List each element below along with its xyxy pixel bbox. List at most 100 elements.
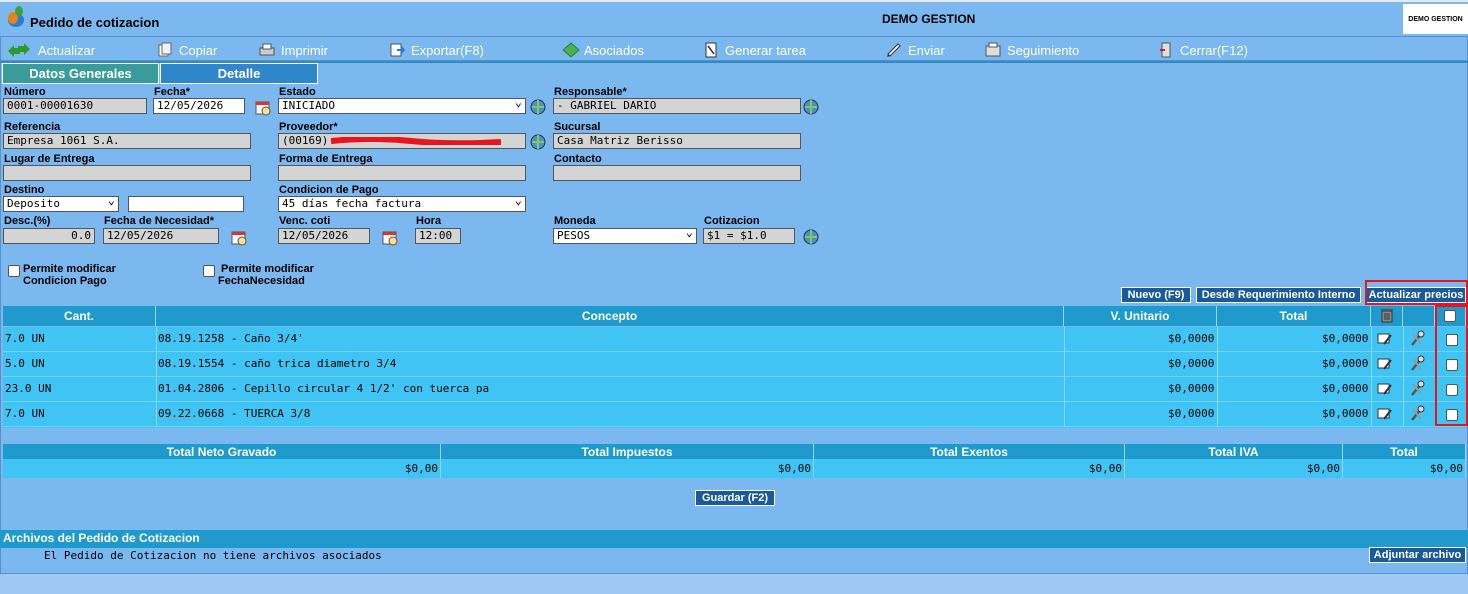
contacto-label: Contacto	[554, 153, 602, 165]
edit-icon[interactable]	[1376, 355, 1394, 373]
venc-coti-field[interactable]: 12/05/2026	[278, 228, 370, 244]
globe-icon[interactable]	[529, 133, 547, 151]
generate-task-button[interactable]: Generar tarea	[703, 41, 806, 59]
numero-label: Número	[4, 86, 46, 98]
fecha-necesidad-label: Fecha de Necesidad*	[104, 215, 215, 227]
tools-icon[interactable]	[1408, 380, 1426, 398]
refresh-button[interactable]: Actualizar	[6, 41, 95, 59]
globe-icon[interactable]	[802, 98, 820, 116]
cotizacion-field[interactable]: $1 = $1.0	[703, 228, 795, 244]
forma-entrega-field[interactable]	[278, 165, 526, 181]
row-concepto: 09.22.0668 - TUERCA 3/8	[158, 407, 311, 420]
table-bottom	[3, 427, 1466, 428]
allow-modify-payment-label: Permite modificar Condicion Pago	[23, 263, 116, 287]
tools-icon[interactable]	[1408, 330, 1426, 348]
tools-icon[interactable]	[1408, 355, 1426, 373]
allow-modify-payment-line2: Condicion Pago	[23, 275, 107, 287]
allow-modify-payment-checkbox[interactable]	[8, 265, 20, 277]
from-internal-request-button[interactable]: Desde Requerimiento Interno	[1196, 287, 1361, 303]
col-total: Total	[1217, 306, 1371, 326]
row-cant: 7.0 UN	[5, 332, 45, 345]
total-iva-header: Total IVA	[1125, 444, 1343, 459]
total-impuestos-value: $0,00	[441, 459, 814, 478]
attach-file-button[interactable]: Adjuntar archivo	[1369, 547, 1466, 563]
edit-icon[interactable]	[1376, 330, 1394, 348]
condicion-pago-select[interactable]: 45 días fecha factura	[278, 193, 526, 212]
company-name: DEMO GESTION	[882, 12, 976, 26]
contacto-field[interactable]	[553, 165, 801, 181]
col-unitario: V. Unitario	[1064, 306, 1217, 326]
destino-extra-field[interactable]	[128, 196, 244, 212]
referencia-field[interactable]: Empresa 1061 S.A.	[3, 133, 251, 149]
descuento-label: Desc.(%)	[4, 215, 51, 227]
row-unitario: $0,0000	[1168, 332, 1215, 345]
row-concepto: 01.04.2806 - Cepillo circular 4 1/2' con…	[158, 382, 490, 395]
print-button[interactable]: Imprimir	[259, 41, 328, 59]
generate-task-label: Generar tarea	[725, 42, 806, 58]
tab-general[interactable]: Datos Generales	[2, 63, 159, 84]
destino-select[interactable]: Deposito	[3, 193, 119, 212]
hora-label: Hora	[416, 215, 442, 227]
total-exentos-header: Total Exentos	[814, 444, 1125, 459]
row-unitario: $0,0000	[1168, 407, 1215, 420]
col-cant: Cant.	[3, 306, 156, 326]
print-label: Imprimir	[281, 42, 328, 58]
fecha-label: Fecha*	[154, 86, 191, 98]
send-button[interactable]: Enviar	[886, 41, 945, 59]
table-row[interactable]: 23.0 UN 01.04.2806 - Cepillo circular 4 …	[3, 377, 1466, 402]
responsable-field[interactable]: - GABRIEL DARIO	[553, 98, 801, 114]
row-total: $0,0000	[1322, 332, 1369, 345]
table-row[interactable]: 5.0 UN 08.19.1554 - caño trica diametro …	[3, 352, 1466, 377]
copy-label: Copiar	[179, 42, 218, 58]
destino-label: Destino	[4, 184, 45, 196]
printer-icon	[259, 42, 275, 58]
export-button[interactable]: Exportar(F8)	[389, 41, 484, 59]
trash-icon[interactable]	[1379, 307, 1395, 326]
responsable-label: Responsable*	[554, 86, 627, 98]
proveedor-field[interactable]: (00169)	[278, 133, 526, 149]
globe-icon[interactable]	[529, 98, 547, 116]
edit-icon[interactable]	[1376, 405, 1394, 423]
total-neto-header: Total Neto Gravado	[3, 444, 441, 459]
total-value: $0,00	[1343, 459, 1466, 478]
total-impuestos-header: Total Impuestos	[441, 444, 814, 459]
calendar-icon[interactable]	[230, 228, 248, 246]
new-item-button[interactable]: Nuevo (F9)	[1121, 287, 1191, 303]
calendar-icon[interactable]	[254, 98, 272, 116]
hora-field[interactable]: 12:00	[415, 228, 461, 244]
allow-modify-date-checkbox[interactable]	[203, 265, 215, 277]
export-label: Exportar(F8)	[411, 42, 484, 58]
table-row[interactable]: 7.0 UN 08.19.1258 - Caño 3/4' $0,0000 $0…	[3, 327, 1466, 352]
close-button[interactable]: Cerrar(F12)	[1158, 41, 1248, 59]
files-empty-message: El Pedido de Cotizacion no tiene archivo…	[44, 549, 382, 562]
globe-icon[interactable]	[802, 228, 820, 246]
sucursal-field[interactable]: Casa Matriz Berisso	[553, 133, 801, 149]
header-bar	[0, 0, 1468, 36]
moneda-select[interactable]: PESOS	[553, 225, 697, 244]
allow-modify-date-line1: Permite modificar	[221, 263, 314, 275]
fecha-field[interactable]: 12/05/2026	[153, 98, 245, 114]
toolbar: Actualizar Copiar Imprimir Exportar(F8) …	[0, 36, 1468, 61]
associated-button[interactable]: Asociados	[562, 41, 644, 59]
calendar-icon[interactable]	[381, 228, 399, 246]
tracking-button[interactable]: Seguimiento	[985, 41, 1079, 59]
descuento-field[interactable]: 0.0	[3, 228, 95, 244]
tracking-icon	[985, 42, 1001, 58]
row-total: $0,0000	[1322, 407, 1369, 420]
table-row[interactable]: 7.0 UN 09.22.0668 - TUERCA 3/8 $0,0000 $…	[3, 402, 1466, 427]
save-button[interactable]: Guardar (F2)	[695, 490, 775, 506]
copy-button[interactable]: Copiar	[157, 41, 217, 59]
numero-field: 0001-00001630	[3, 98, 147, 114]
fecha-necesidad-field[interactable]: 12/05/2026	[103, 228, 219, 244]
tab-detail[interactable]: Detalle	[160, 63, 318, 84]
proveedor-label: Proveedor*	[279, 121, 338, 133]
forma-entrega-label: Forma de Entrega	[279, 153, 373, 165]
col-delete	[1371, 306, 1403, 326]
estado-select[interactable]: INICIADO	[278, 95, 526, 114]
tools-icon[interactable]	[1408, 405, 1426, 423]
tracking-label: Seguimiento	[1007, 42, 1080, 58]
edit-icon[interactable]	[1376, 380, 1394, 398]
lugar-entrega-field[interactable]	[3, 165, 251, 181]
col-actions	[1403, 306, 1435, 326]
total-header: Total	[1343, 444, 1466, 459]
